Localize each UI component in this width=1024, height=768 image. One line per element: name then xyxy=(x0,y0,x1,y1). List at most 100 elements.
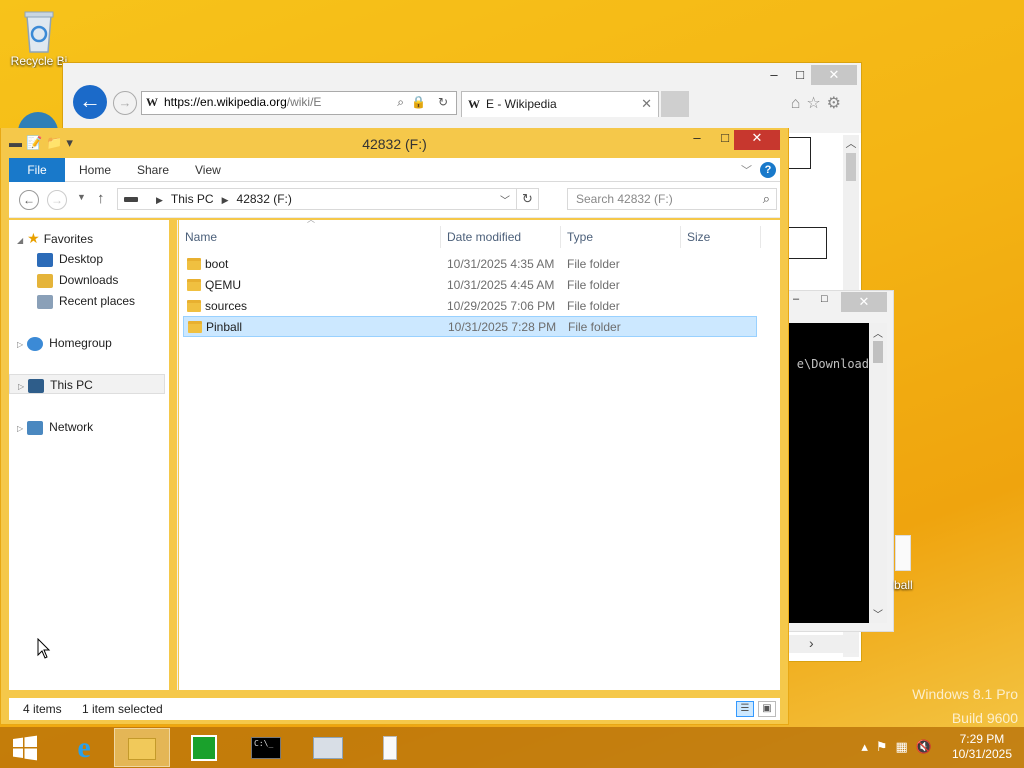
tab-share[interactable]: Share xyxy=(137,158,169,182)
address-dropdown-chevron-icon[interactable]: ﹀ xyxy=(500,192,510,207)
address-bar[interactable]: ▶ This PC ▶ 42832 (F:) ﹀ ↻ xyxy=(117,188,539,210)
column-header-type[interactable]: Type xyxy=(561,226,681,248)
clock-time: 7:29 PM xyxy=(959,732,1005,746)
pinball-icon xyxy=(383,735,397,760)
show-hidden-icons-chevron-icon[interactable]: ▴ xyxy=(861,739,876,754)
cmd-scroll-thumb[interactable] xyxy=(873,341,883,363)
cmd-close-button[interactable]: ✕ xyxy=(841,292,887,312)
internet-explorer-icon: e xyxy=(77,731,91,764)
scroll-right-icon[interactable]: › xyxy=(809,635,814,651)
tab-close-icon[interactable]: ✕ xyxy=(641,96,652,112)
tree-item-downloads[interactable]: Downloads xyxy=(37,270,118,290)
file-row-pinball[interactable]: Pinball 10/31/2025 7:28 PM File folder xyxy=(183,316,757,337)
home-icon[interactable]: ⌂ xyxy=(791,95,807,112)
file-list: ︿ Name Date modified Type Size boot 10/3… xyxy=(179,215,780,690)
cmd-scroll-up-icon[interactable]: ︿ xyxy=(869,325,887,340)
explorer-minimize-button[interactable]: – xyxy=(683,130,711,150)
taskbar-file-explorer[interactable] xyxy=(114,728,170,767)
breadcrumb-separator-icon[interactable]: ▶ xyxy=(222,195,229,205)
recycle-bin[interactable]: Recycle Bi xyxy=(4,6,74,68)
help-icon[interactable]: ? xyxy=(760,162,776,178)
recent-locations-chevron-icon[interactable]: ▼ xyxy=(77,192,86,202)
tab-view[interactable]: View xyxy=(195,158,221,182)
address-search-icon[interactable]: ⌕ xyxy=(397,95,404,110)
up-arrow-icon[interactable]: ↑ xyxy=(97,190,105,207)
taskbar-performance-monitor[interactable] xyxy=(300,728,356,767)
file-date: 10/29/2025 7:06 PM xyxy=(447,299,556,313)
browser-tab[interactable]: W E - Wikipedia ✕ xyxy=(461,91,659,117)
explorer-window: ▬📝📁▾ 42832 (F:) – □ ✕ File Home Share Vi… xyxy=(0,128,789,725)
taskbar-store[interactable] xyxy=(176,728,232,767)
breadcrumb-this-pc[interactable]: This PC xyxy=(171,192,214,206)
sort-indicator-icon: ︿ xyxy=(307,215,315,224)
column-header-date[interactable]: Date modified xyxy=(441,226,561,248)
tree-item-homegroup[interactable]: ▷ Homegroup xyxy=(17,333,112,353)
column-header-size[interactable]: Size xyxy=(681,226,761,248)
clock[interactable]: 7:29 PM 10/31/2025 xyxy=(952,732,1012,762)
file-row-boot[interactable]: boot 10/31/2025 4:35 AM File folder xyxy=(183,254,757,275)
system-tray: ▴⚑▦🔇 xyxy=(861,739,940,755)
browser-forward-button[interactable]: → xyxy=(113,91,137,115)
volume-muted-icon[interactable]: 🔇 xyxy=(916,739,940,754)
cmd-maximize-button[interactable]: □ xyxy=(821,293,828,305)
tree-item-this-pc[interactable]: ▷ This PC xyxy=(9,374,165,394)
taskbar-internet-explorer[interactable]: e xyxy=(56,728,112,767)
cmd-vertical-scrollbar[interactable]: ︿ ﹀ xyxy=(869,323,887,623)
cmd-scroll-down-icon[interactable]: ﹀ xyxy=(869,606,887,621)
expand-arrow-icon[interactable]: ▷ xyxy=(17,340,23,349)
tree-item-recent-places[interactable]: Recent places xyxy=(37,291,135,311)
expand-ribbon-chevron-icon[interactable]: ﹀ xyxy=(741,162,752,178)
browser-back-button[interactable]: ← xyxy=(73,85,107,119)
status-item-count: 4 items xyxy=(23,702,62,716)
forward-button[interactable]: → xyxy=(47,190,67,210)
tab-title: E - Wikipedia xyxy=(486,97,557,111)
browser-horizontal-scrollbar[interactable]: › xyxy=(789,635,859,653)
file-row-qemu[interactable]: QEMU 10/31/2025 4:45 AM File folder xyxy=(183,275,757,296)
explorer-title-bar[interactable]: ▬📝📁▾ 42832 (F:) – □ ✕ xyxy=(1,128,788,158)
tree-item-desktop[interactable]: Desktop xyxy=(37,249,103,269)
expand-arrow-icon[interactable]: ◢ xyxy=(17,236,23,245)
back-button[interactable]: ← xyxy=(19,190,39,210)
taskbar-command-prompt[interactable]: C:\_ xyxy=(238,728,294,767)
tab-file[interactable]: File xyxy=(9,158,65,182)
tree-item-favorites[interactable]: ◢ ★ Favorites xyxy=(17,228,93,248)
breadcrumb-separator-icon[interactable]: ▶ xyxy=(156,195,163,205)
column-header-name[interactable]: Name xyxy=(179,226,441,248)
taskbar-pinball[interactable] xyxy=(362,728,418,767)
clock-date: 10/31/2025 xyxy=(951,747,1012,761)
address-refresh-icon[interactable]: ↻ xyxy=(438,95,448,109)
expand-arrow-icon[interactable]: ▷ xyxy=(18,382,24,391)
settings-gear-icon[interactable]: ⚙ xyxy=(827,95,847,112)
pinball-desktop-label: ball xyxy=(894,578,913,592)
scroll-up-icon[interactable]: ︿ xyxy=(843,135,859,151)
tree-item-network[interactable]: ▷ Network xyxy=(17,417,93,437)
favorites-star-icon[interactable]: ☆ xyxy=(806,95,826,112)
back-arrow-icon: ← xyxy=(79,88,101,113)
page-element-box xyxy=(789,137,811,169)
large-icons-view-icon[interactable]: ▣ xyxy=(758,701,776,717)
action-center-flag-icon[interactable]: ⚑ xyxy=(876,739,896,754)
status-selection: 1 item selected xyxy=(82,702,163,716)
browser-close-button[interactable]: ✕ xyxy=(811,65,857,85)
breadcrumb-drive[interactable]: 42832 (F:) xyxy=(237,192,292,206)
browser-scroll-thumb[interactable] xyxy=(846,153,856,181)
file-row-sources[interactable]: sources 10/29/2025 7:06 PM File folder xyxy=(183,296,757,317)
start-button[interactable] xyxy=(0,728,50,767)
tab-home[interactable]: Home xyxy=(79,158,111,182)
file-name: Pinball xyxy=(206,320,243,334)
network-tray-icon[interactable]: ▦ xyxy=(896,739,916,754)
tab-favicon: W xyxy=(468,97,480,111)
browser-address-bar[interactable]: Whttps://en.wikipedia.org/wiki/E ⌕ 🔒 ↻ xyxy=(141,91,457,115)
search-icon[interactable]: ⌕ xyxy=(763,191,770,207)
details-view-icon[interactable]: ☰ xyxy=(736,701,754,717)
new-tab-button[interactable] xyxy=(661,91,689,117)
expand-arrow-icon[interactable]: ▷ xyxy=(17,424,23,433)
cmd-console[interactable]: e\Download xyxy=(789,323,869,623)
pane-divider[interactable] xyxy=(177,220,178,690)
pinball-desktop-icon[interactable] xyxy=(895,535,911,571)
cmd-minimize-button[interactable]: – xyxy=(793,293,799,305)
explorer-close-button[interactable]: ✕ xyxy=(734,130,780,150)
refresh-icon[interactable]: ↻ xyxy=(516,189,538,209)
computer-icon xyxy=(28,378,45,393)
search-input[interactable]: Search 42832 (F:) ⌕ xyxy=(567,188,777,210)
